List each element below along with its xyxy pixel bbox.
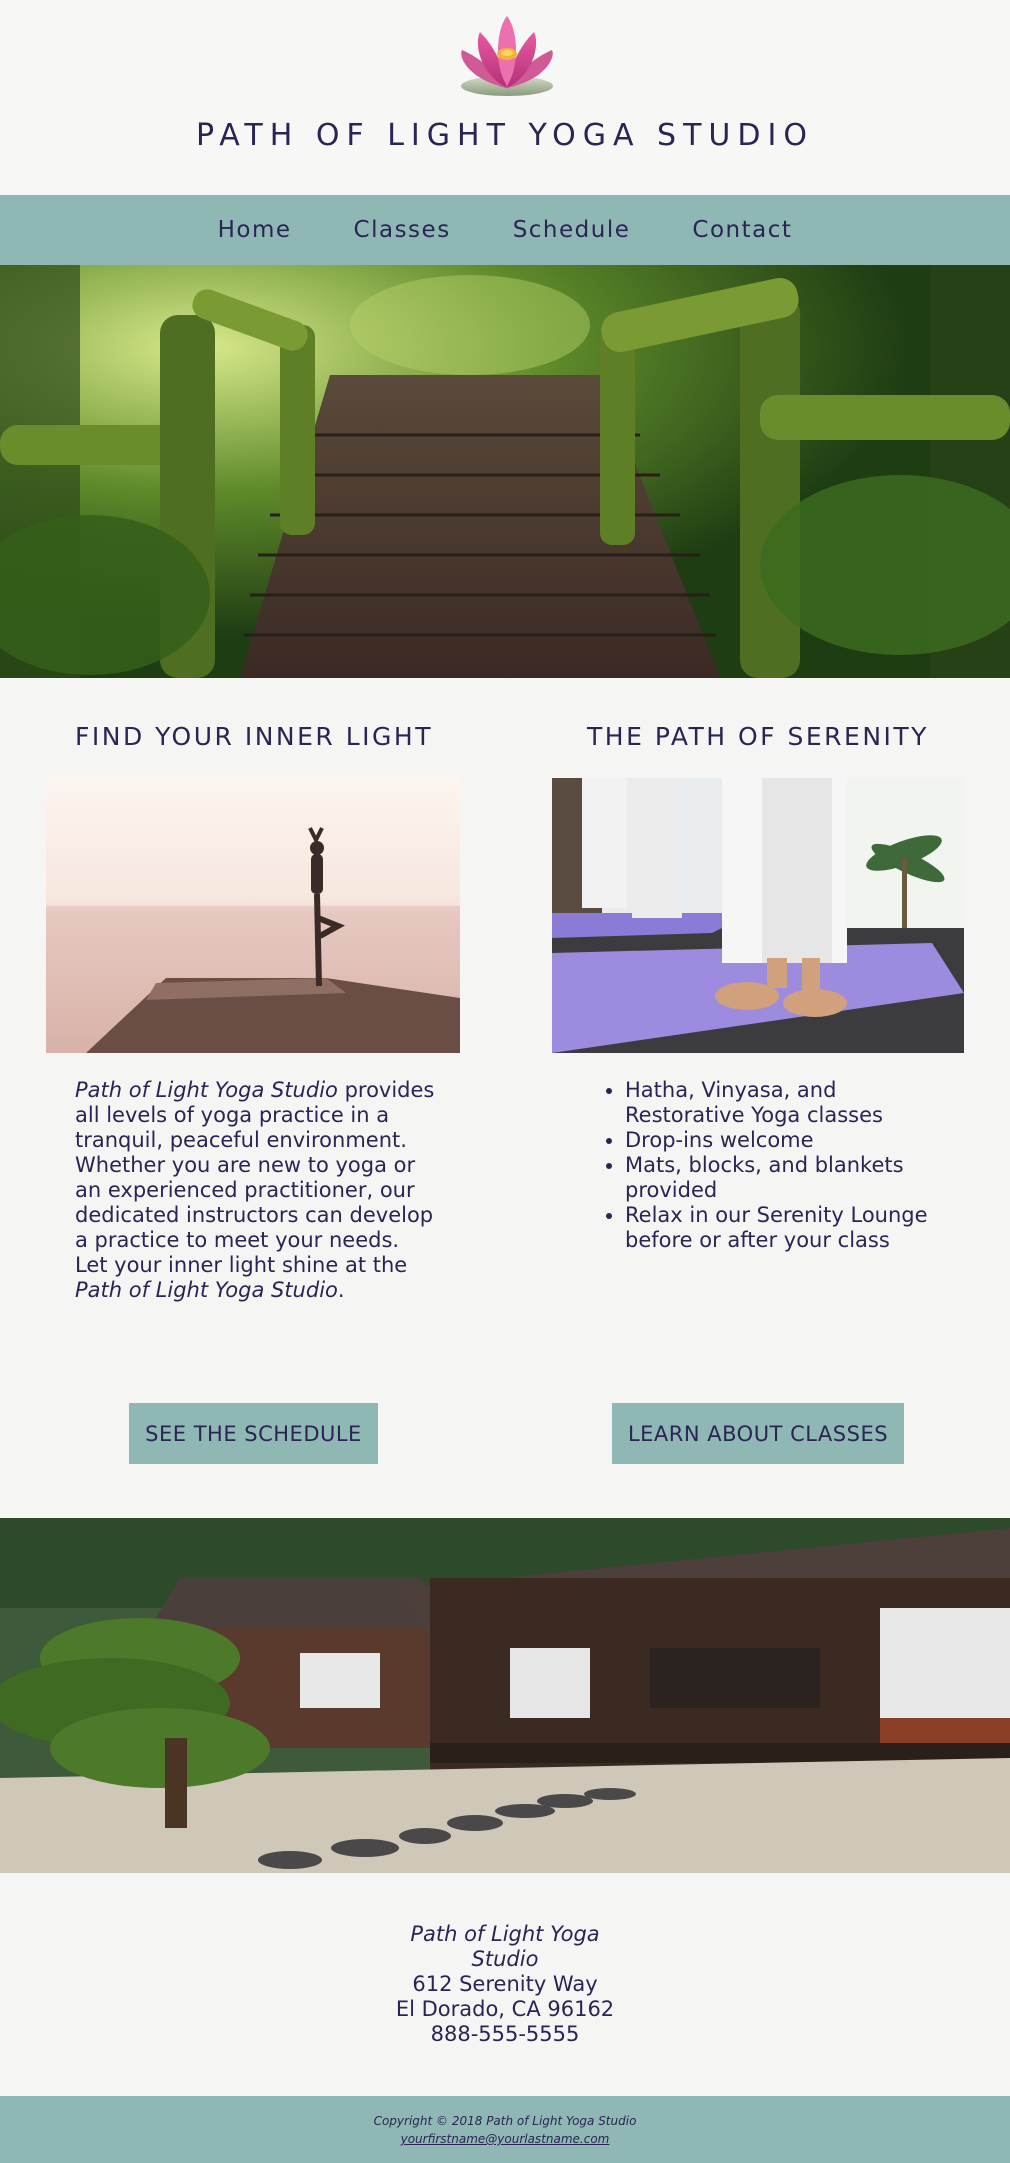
feet-on-mat-photo [552,778,964,1053]
address-phone: 888-555-5555 [430,2022,580,2046]
page: PATH OF LIGHT YOGA STUDIO Home Classes S… [0,0,1010,2163]
lotus-flower-icon [450,10,564,102]
list-item: Drop-ins welcome [625,1128,962,1153]
list-item: Mats, blocks, and blankets provided [625,1153,962,1203]
learn-about-classes-button[interactable]: LEARN ABOUT CLASSES [612,1403,904,1464]
intro-body: provides all levels of yoga practice in … [75,1078,435,1277]
copyright-text: Copyright © 2018 Path of Light Yoga Stud… [373,2114,637,2128]
main-nav: Home Classes Schedule Contact [0,195,1010,265]
list-item: Hatha, Vinyasa, and Restorative Yoga cla… [625,1078,962,1128]
heading-path-of-serenity: THE PATH OF SERENITY [587,722,929,751]
nav-schedule[interactable]: Schedule [482,217,662,243]
intro-end: . [337,1278,345,1302]
nav-home[interactable]: Home [187,217,323,243]
intro-paragraph: Path of Light Yoga Studio provides all l… [75,1078,435,1303]
nav-classes[interactable]: Classes [323,217,482,243]
list-item: Relax in our Serenity Lounge before or a… [625,1203,962,1253]
nav-contact[interactable]: Contact [661,217,823,243]
intro-studio-name: Path of Light Yoga Studio [75,1078,338,1102]
tree-pose-photo [46,778,460,1053]
address-street: 612 Serenity Way [412,1972,598,1996]
zen-garden-image [0,1518,1010,1873]
site-title: PATH OF LIGHT YOGA STUDIO [196,118,814,153]
contact-address: Path of Light Yoga Studio 612 Serenity W… [0,1922,1010,2047]
hero-forest-image [0,265,1010,678]
address-studio-name: Path of Light Yoga Studio [410,1922,600,1971]
address-city: El Dorado, CA 96162 [395,1997,615,2021]
features-list: Hatha, Vinyasa, and Restorative Yoga cla… [602,1078,962,1253]
heading-find-your-inner-light: FIND YOUR INNER LIGHT [75,722,433,751]
see-schedule-button[interactable]: SEE THE SCHEDULE [129,1403,378,1464]
email-link[interactable]: yourfirstname@yourlastname.com [0,2132,1010,2146]
site-header: PATH OF LIGHT YOGA STUDIO [0,0,1010,195]
intro-studio-name-tail: Path of Light Yoga Studio [75,1278,338,1302]
site-footer: Copyright © 2018 Path of Light Yoga Stud… [0,2096,1010,2163]
